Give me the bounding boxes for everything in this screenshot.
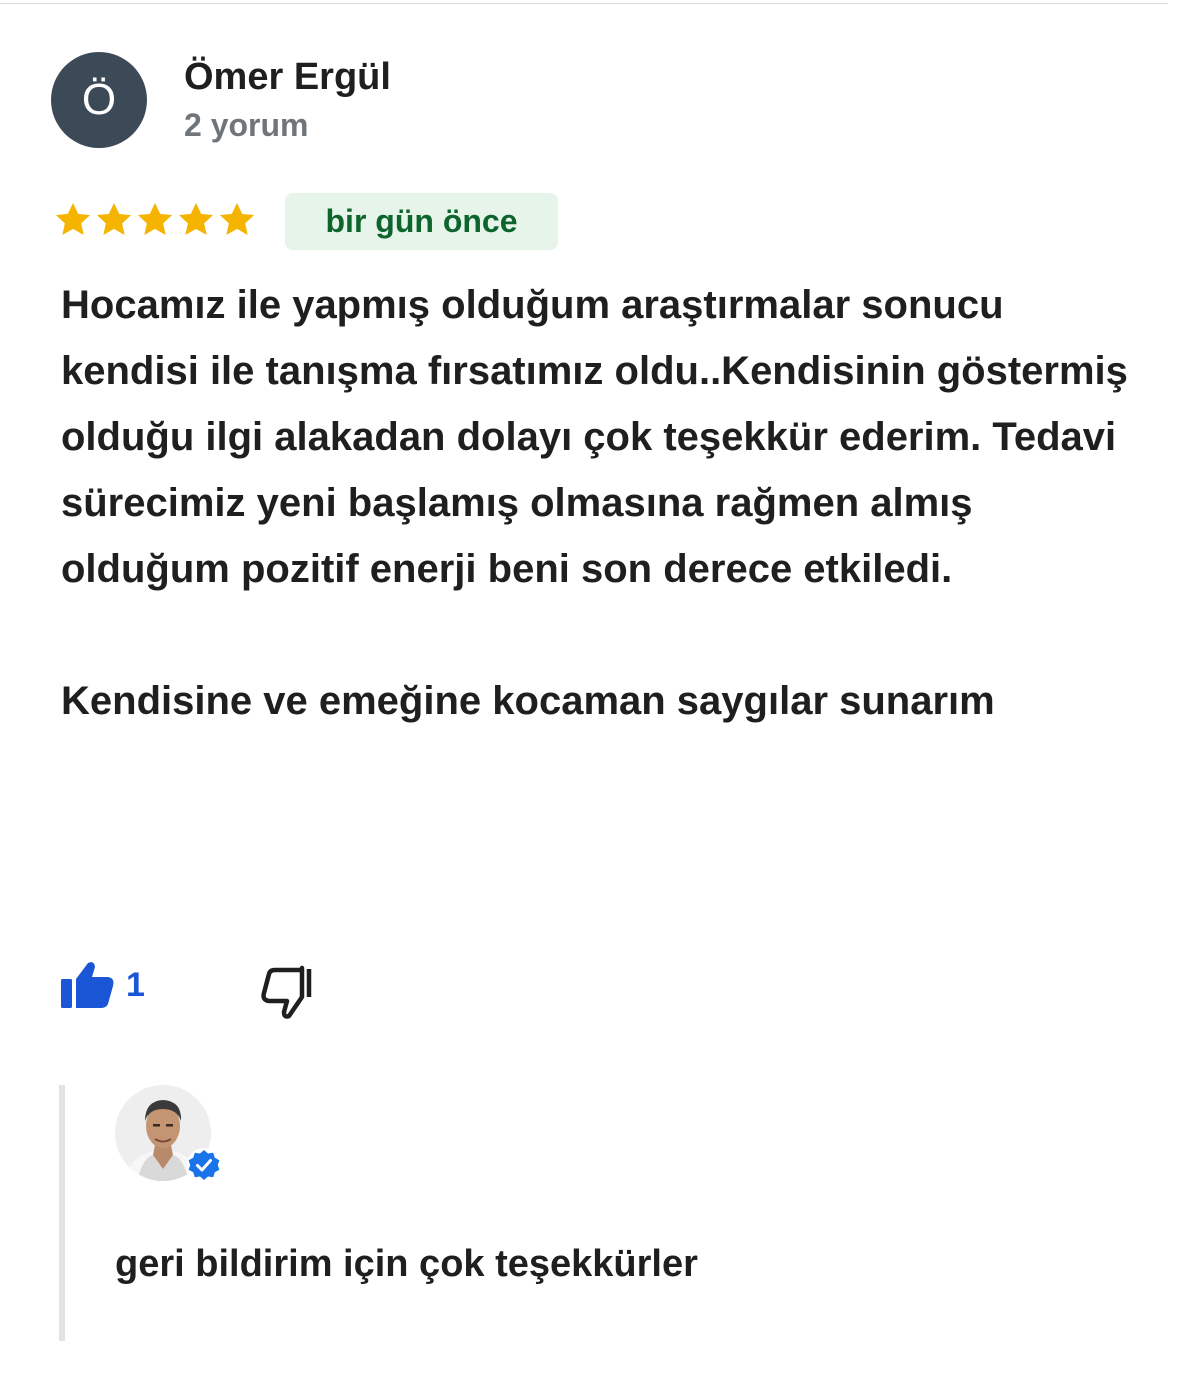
author-avatar[interactable]: Ö xyxy=(51,52,147,148)
star-icon xyxy=(97,203,131,235)
thumbs-up-icon xyxy=(61,962,114,1008)
owner-reply-bar xyxy=(59,1085,65,1341)
review-card: Ö Ömer Ergül 2 yorum bir gün önce Hocamı… xyxy=(0,0,1177,1387)
like-button[interactable]: 1 xyxy=(58,960,145,1010)
review-text: Hocamız ile yapmış olduğum araştırmalar … xyxy=(61,272,1151,734)
like-count: 1 xyxy=(126,965,145,1004)
author-review-count: 2 yorum xyxy=(184,107,309,143)
star-icon xyxy=(56,203,90,235)
review-closing: Kendisine ve emeğine kocaman saygılar su… xyxy=(61,679,995,723)
star-icon xyxy=(138,203,172,235)
thumbs-down-icon xyxy=(261,965,312,1019)
top-divider xyxy=(0,3,1168,4)
review-time-badge: bir gün önce xyxy=(285,193,558,250)
dislike-button[interactable] xyxy=(258,964,316,1020)
verified-check-icon xyxy=(187,1148,221,1182)
star-icon xyxy=(220,203,254,235)
star-rating xyxy=(53,200,257,240)
review-body: Hocamız ile yapmış olduğum araştırmalar … xyxy=(61,283,1128,591)
owner-reply-text: geri bildirim için çok teşekkürler xyxy=(115,1243,698,1285)
star-icon xyxy=(179,203,213,235)
author-initial: Ö xyxy=(81,75,117,124)
author-name[interactable]: Ömer Ergül xyxy=(184,56,391,99)
